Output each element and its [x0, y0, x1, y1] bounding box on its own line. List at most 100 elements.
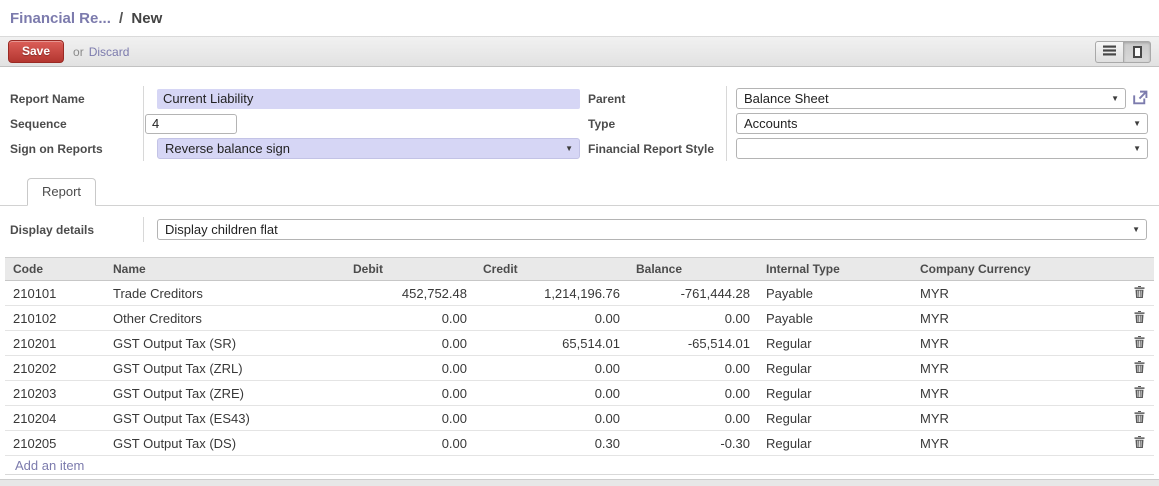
delete-row-button[interactable]	[1124, 406, 1154, 431]
cell-credit: 0.30	[475, 431, 628, 456]
trash-icon	[1134, 386, 1145, 401]
cell-balance: -761,444.28	[628, 281, 758, 306]
external-link-icon	[1131, 94, 1148, 109]
trash-icon	[1134, 311, 1145, 326]
chevron-down-icon: ▼	[1132, 220, 1140, 239]
sequence-input[interactable]	[145, 114, 237, 134]
add-item-row: Add an item	[5, 456, 1154, 475]
type-label: Type	[580, 111, 726, 136]
table-row[interactable]: 210102 Other Creditors 0.00 0.00 0.00 Pa…	[5, 306, 1154, 331]
cell-credit: 65,514.01	[475, 331, 628, 356]
view-switcher	[1095, 41, 1151, 63]
delete-row-button[interactable]	[1124, 281, 1154, 306]
table-header-row: Code Name Debit Credit Balance Internal …	[5, 258, 1154, 281]
column-header-internal-type: Internal Type	[758, 258, 912, 281]
delete-row-button[interactable]	[1124, 356, 1154, 381]
save-button[interactable]: Save	[8, 40, 64, 63]
trash-icon	[1134, 361, 1145, 376]
cell-company-currency: MYR	[912, 381, 1124, 406]
cell-credit: 1,214,196.76	[475, 281, 628, 306]
delete-row-button[interactable]	[1124, 431, 1154, 456]
cell-company-currency: MYR	[912, 406, 1124, 431]
cell-internal-type: Payable	[758, 306, 912, 331]
list-view-button[interactable]	[1095, 41, 1123, 63]
parent-value: Balance Sheet	[744, 91, 829, 106]
cell-debit: 0.00	[345, 431, 475, 456]
cell-name: GST Output Tax (ZRL)	[105, 356, 345, 381]
cell-company-currency: MYR	[912, 281, 1124, 306]
delete-row-button[interactable]	[1124, 381, 1154, 406]
cell-company-currency: MYR	[912, 356, 1124, 381]
cell-code: 210201	[5, 331, 105, 356]
cell-internal-type: Regular	[758, 406, 912, 431]
table-row[interactable]: 210202 GST Output Tax (ZRL) 0.00 0.00 0.…	[5, 356, 1154, 381]
table-row[interactable]: 210101 Trade Creditors 452,752.48 1,214,…	[5, 281, 1154, 306]
or-label: or	[73, 45, 84, 59]
cell-company-currency: MYR	[912, 431, 1124, 456]
tab-report[interactable]: Report	[27, 178, 96, 206]
cell-code: 210202	[5, 356, 105, 381]
delete-row-button[interactable]	[1124, 306, 1154, 331]
column-header-company-currency: Company Currency	[912, 258, 1124, 281]
cell-credit: 0.00	[475, 306, 628, 331]
parent-select[interactable]: Balance Sheet ▼	[736, 88, 1126, 109]
trash-icon	[1134, 436, 1145, 451]
form-icon	[1133, 46, 1142, 58]
sign-on-reports-value: Reverse balance sign	[165, 141, 290, 156]
breadcrumb-separator: /	[119, 10, 123, 27]
display-details-value: Display children flat	[165, 222, 278, 237]
cell-name: GST Output Tax (ZRE)	[105, 381, 345, 406]
trash-icon	[1134, 411, 1145, 426]
column-header-code: Code	[5, 258, 105, 281]
financial-report-style-label: Financial Report Style	[580, 136, 726, 161]
report-name-input[interactable]	[157, 89, 580, 109]
trash-icon	[1134, 336, 1145, 351]
cell-credit: 0.00	[475, 406, 628, 431]
delete-row-button[interactable]	[1124, 331, 1154, 356]
table-row[interactable]: 210204 GST Output Tax (ES43) 0.00 0.00 0…	[5, 406, 1154, 431]
display-details-label: Display details	[0, 217, 143, 242]
breadcrumb: Financial Re... / New	[0, 0, 1159, 36]
sign-on-reports-select[interactable]: Reverse balance sign ▼	[157, 138, 580, 159]
report-name-label: Report Name	[0, 86, 143, 111]
column-header-debit: Debit	[345, 258, 475, 281]
breadcrumb-section-link[interactable]: Financial Re...	[10, 10, 111, 27]
cell-name: Other Creditors	[105, 306, 345, 331]
display-details-select[interactable]: Display children flat ▼	[157, 219, 1147, 240]
cell-balance: -0.30	[628, 431, 758, 456]
cell-name: GST Output Tax (DS)	[105, 431, 345, 456]
cell-code: 210205	[5, 431, 105, 456]
cell-name: GST Output Tax (SR)	[105, 331, 345, 356]
form-fields: Report Name Sequence Sign on Reports Rev…	[0, 86, 1159, 161]
cell-debit: 0.00	[345, 331, 475, 356]
discard-link[interactable]: Discard	[89, 45, 130, 59]
report-lines-body: 210101 Trade Creditors 452,752.48 1,214,…	[5, 281, 1154, 456]
chevron-down-icon: ▼	[565, 139, 573, 158]
notebook-tabs: Report	[0, 179, 1159, 206]
cell-debit: 0.00	[345, 356, 475, 381]
table-row[interactable]: 210205 GST Output Tax (DS) 0.00 0.30 -0.…	[5, 431, 1154, 456]
parent-label: Parent	[580, 86, 726, 111]
add-an-item-link[interactable]: Add an item	[15, 458, 84, 473]
cell-internal-type: Regular	[758, 331, 912, 356]
toolbar: Save or Discard	[0, 36, 1159, 67]
table-row[interactable]: 210201 GST Output Tax (SR) 0.00 65,514.0…	[5, 331, 1154, 356]
cell-credit: 0.00	[475, 381, 628, 406]
type-select[interactable]: Accounts ▼	[736, 113, 1148, 134]
cell-debit: 0.00	[345, 381, 475, 406]
cell-debit: 452,752.48	[345, 281, 475, 306]
chevron-down-icon: ▼	[1111, 89, 1119, 108]
form-view-button[interactable]	[1123, 41, 1151, 63]
table-row[interactable]: 210203 GST Output Tax (ZRE) 0.00 0.00 0.…	[5, 381, 1154, 406]
chevron-down-icon: ▼	[1133, 114, 1141, 133]
cell-balance: 0.00	[628, 406, 758, 431]
parent-open-record-button[interactable]	[1131, 90, 1148, 107]
cell-company-currency: MYR	[912, 331, 1124, 356]
cell-internal-type: Regular	[758, 381, 912, 406]
cell-credit: 0.00	[475, 356, 628, 381]
financial-report-style-select[interactable]: ▼	[736, 138, 1148, 159]
chevron-down-icon: ▼	[1133, 139, 1141, 158]
cell-debit: 0.00	[345, 306, 475, 331]
cell-internal-type: Regular	[758, 431, 912, 456]
display-details-row: Display details Display children flat ▼	[0, 217, 1159, 242]
